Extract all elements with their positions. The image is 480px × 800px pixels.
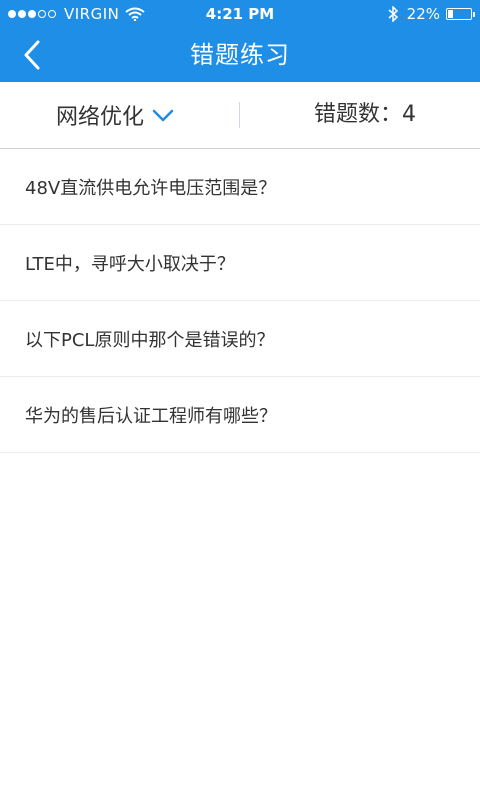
question-list: 48V直流供电允许电压范围是？ LTE中，寻呼大小取决于？ 以下PCL原则中那个… (0, 149, 480, 453)
category-dropdown[interactable]: 网络优化 (56, 82, 174, 148)
nav-bar: 错题练习 (0, 28, 480, 82)
header: VIRGIN 4:21 PM 22% 错题练习 (0, 0, 480, 82)
battery-percent: 22% (406, 5, 440, 23)
bluetooth-icon (388, 6, 398, 22)
question-text: LTE中，寻呼大小取决于？ (25, 253, 235, 275)
category-label: 网络优化 (56, 105, 145, 130)
question-text: 华为的售后认证工程师有哪些？ (25, 405, 277, 427)
battery-icon (446, 8, 475, 20)
status-right: 22% (387, 0, 475, 28)
question-text: 48V直流供电允许电压范围是？ (25, 177, 277, 199)
page-title: 错题练习 (190, 41, 290, 69)
status-bar: VIRGIN 4:21 PM 22% (0, 0, 480, 28)
question-item[interactable]: 以下PCL原则中那个是错误的？ (0, 301, 480, 377)
chevron-down-icon (152, 109, 174, 122)
question-text: 以下PCL原则中那个是错误的？ (25, 329, 275, 351)
filter-bar: 网络优化 错题数：4 (0, 82, 480, 149)
question-item[interactable]: LTE中，寻呼大小取决于？ (0, 225, 480, 301)
question-item[interactable]: 48V直流供电允许电压范围是？ (0, 149, 480, 225)
question-item[interactable]: 华为的售后认证工程师有哪些？ (0, 377, 480, 453)
divider (239, 102, 240, 128)
wrong-count: 错题数：4 (314, 102, 416, 127)
